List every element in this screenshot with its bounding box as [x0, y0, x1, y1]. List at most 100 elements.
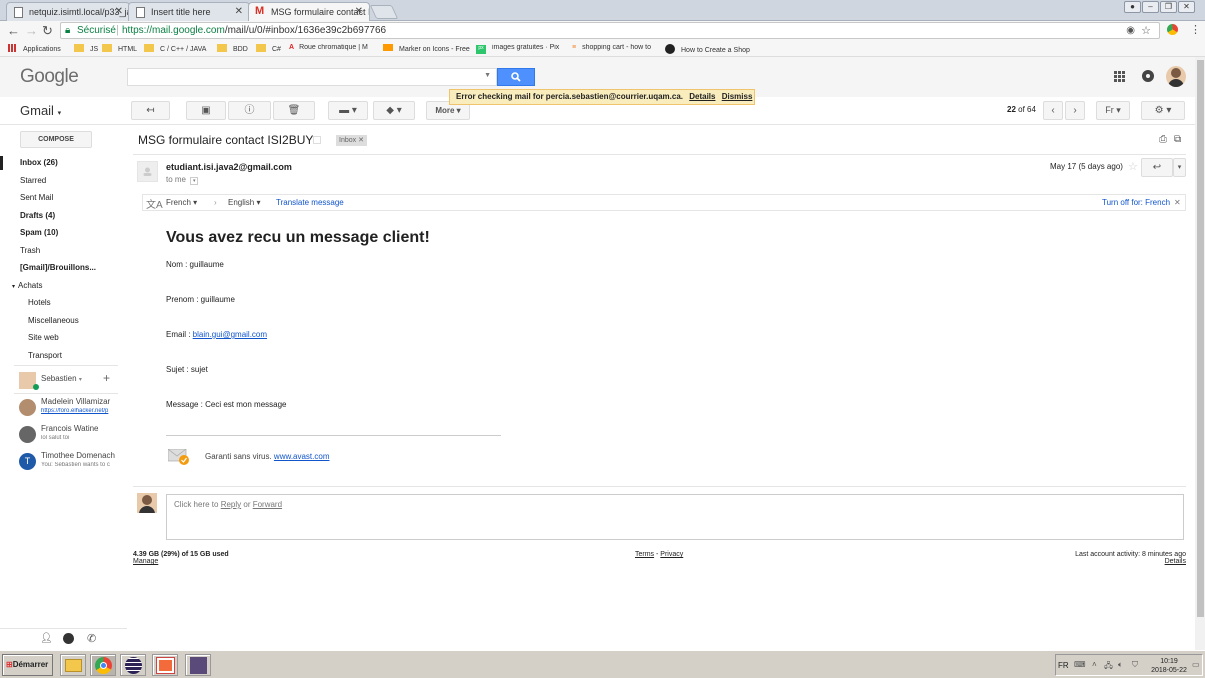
- star-icon[interactable]: ☆: [1128, 160, 1138, 173]
- details-dropdown-icon[interactable]: ▾: [190, 177, 199, 185]
- sidebar-item-spam[interactable]: Spam (10): [20, 228, 58, 237]
- contact-status[interactable]: https://foro.elhacker.net/p: [41, 408, 121, 414]
- add-chat-icon[interactable]: +: [103, 371, 110, 385]
- app-taskbar-button[interactable]: [152, 654, 178, 676]
- google-apps-icon[interactable]: [1114, 71, 1125, 82]
- archive-button[interactable]: ▣: [186, 101, 226, 120]
- chrome-extension-icon[interactable]: [1167, 24, 1178, 35]
- activity-details-link[interactable]: Details: [1010, 558, 1186, 565]
- back-arrow-icon[interactable]: ←: [7, 23, 20, 38]
- error-dismiss-link[interactable]: Dismiss: [722, 92, 753, 101]
- shield-icon[interactable]: ⛉: [1132, 660, 1138, 670]
- bookmark-js[interactable]: JS: [74, 44, 98, 53]
- chat-contact[interactable]: T Timothee Domenach You: Sebastien wants…: [18, 451, 122, 473]
- minimize-button[interactable]: –: [1142, 1, 1159, 13]
- forward-arrow-icon[interactable]: →: [25, 23, 38, 38]
- target-language-select[interactable]: English ▾: [228, 198, 261, 207]
- labels-button[interactable]: ◆ ▾: [373, 101, 415, 120]
- newer-button[interactable]: ‹: [1043, 101, 1063, 120]
- bookmark-marker-icons[interactable]: Marker on Icons - Free: [383, 44, 471, 53]
- sidebar-item-trash[interactable]: Trash: [20, 246, 40, 255]
- menu-dots-icon[interactable]: ⋮: [1190, 23, 1201, 36]
- sidebar-item-transport[interactable]: Transport: [28, 351, 62, 360]
- explorer-taskbar-button[interactable]: [60, 654, 86, 676]
- bookmark-applications[interactable]: Applications: [8, 44, 61, 53]
- close-window-button[interactable]: ✕: [1178, 1, 1195, 13]
- input-tools-button[interactable]: Fr ▾: [1096, 101, 1130, 120]
- close-icon[interactable]: ✕: [1174, 198, 1181, 207]
- game-taskbar-button[interactable]: [185, 654, 211, 676]
- clock[interactable]: 10:19 2018-05-22: [1148, 657, 1190, 675]
- sidebar-item-site-web[interactable]: Site web: [28, 333, 59, 342]
- chat-contact[interactable]: Madelein Villamizar https://foro.elhacke…: [18, 397, 122, 419]
- network-icon[interactable]: 🖧︎: [1104, 660, 1113, 674]
- delete-button[interactable]: 🗑︎: [273, 101, 315, 120]
- start-button[interactable]: ⊞Démarrer: [2, 654, 53, 676]
- gmail-menu[interactable]: Gmail ▾: [20, 103, 61, 118]
- search-input[interactable]: ▼: [127, 68, 497, 86]
- browser-tab-insert-title[interactable]: Insert title here ✕: [128, 2, 250, 21]
- bookmark-create-shop[interactable]: How to Create a Shop: [665, 44, 751, 54]
- reload-icon[interactable]: ↻: [42, 23, 53, 39]
- restore-button[interactable]: ❐: [1160, 1, 1177, 13]
- terms-link[interactable]: Terms: [635, 551, 654, 558]
- bookmark-html[interactable]: HTML: [102, 44, 137, 53]
- notifications-icon[interactable]: [1142, 70, 1154, 82]
- bookmark-shopping-cart[interactable]: ≡ shopping cart - how to: [572, 44, 658, 51]
- eye-icon[interactable]: ◉: [1126, 25, 1135, 36]
- reply-link[interactable]: Reply: [221, 500, 241, 509]
- person-icon[interactable]: 👤︎: [40, 633, 53, 644]
- chat-self[interactable]: Sebastien ▾ +: [18, 370, 122, 392]
- close-icon[interactable]: ✕: [115, 6, 123, 17]
- bookmark-c-java[interactable]: C / C++ / JAVA: [144, 44, 206, 53]
- star-icon[interactable]: ☆: [1141, 24, 1151, 37]
- bookmark-pixabay[interactable]: px images gratuites · Pix: [476, 44, 566, 54]
- report-spam-button[interactable]: ⓘ: [228, 101, 271, 120]
- browser-tab-gmail[interactable]: M MSG formulaire contact ISI: ✕: [248, 2, 370, 22]
- manage-storage-link[interactable]: Manage: [133, 558, 229, 565]
- turn-off-translation-link[interactable]: Turn off for: French: [1102, 198, 1170, 207]
- sidebar-item-brouillons[interactable]: [Gmail]/Brouillons...: [20, 263, 96, 272]
- search-button[interactable]: [497, 68, 535, 86]
- sidebar-item-miscellaneous[interactable]: Miscellaneous: [28, 316, 79, 325]
- sidebar-item-achats[interactable]: ▾ Achats: [12, 281, 42, 290]
- close-icon[interactable]: ✕: [355, 6, 363, 17]
- translate-message-link[interactable]: Translate message: [276, 198, 344, 207]
- close-icon[interactable]: ✕: [235, 6, 243, 17]
- account-avatar[interactable]: [1166, 66, 1186, 87]
- sidebar-item-starred[interactable]: Starred: [20, 176, 46, 185]
- reply-button[interactable]: ↩: [1141, 158, 1173, 177]
- label-icon[interactable]: [313, 136, 321, 144]
- older-button[interactable]: ›: [1065, 101, 1085, 120]
- language-indicator[interactable]: FR: [1058, 661, 1069, 670]
- sidebar-item-inbox[interactable]: Inbox (26): [20, 158, 58, 167]
- privacy-link[interactable]: Privacy: [660, 551, 683, 558]
- sidebar-item-sent[interactable]: Sent Mail: [20, 193, 53, 202]
- bookmark-roue-chromatique[interactable]: A Roue chromatique | M: [289, 44, 379, 51]
- google-logo[interactable]: Google: [20, 66, 79, 88]
- bookmark-bdd[interactable]: BDD: [217, 44, 248, 53]
- sidebar-item-hotels[interactable]: Hotels: [28, 298, 51, 307]
- url-input[interactable]: 🔒︎ Sécurisé | https://mail.google.com/ma…: [60, 22, 1160, 39]
- profile-icon[interactable]: ●: [1124, 1, 1141, 13]
- compose-button[interactable]: COMPOSE: [20, 131, 92, 148]
- eclipse-taskbar-button[interactable]: [120, 654, 146, 676]
- tray-expand-icon[interactable]: ˄: [1092, 660, 1097, 669]
- keyboard-icon[interactable]: ⌨: [1074, 660, 1086, 669]
- sidebar-item-drafts[interactable]: Drafts (4): [20, 211, 55, 220]
- phone-icon[interactable]: ✆: [87, 632, 96, 645]
- email-link[interactable]: blain.gui@gmail.com: [193, 330, 267, 339]
- settings-button[interactable]: ⚙ ▾: [1141, 101, 1185, 120]
- more-actions-button[interactable]: ▾: [1173, 158, 1186, 177]
- back-to-inbox-button[interactable]: ↤: [131, 101, 170, 120]
- inbox-label-chip[interactable]: Inbox ✕: [336, 135, 367, 146]
- new-tab-button[interactable]: [369, 5, 399, 19]
- forward-link[interactable]: Forward: [253, 500, 282, 509]
- move-to-button[interactable]: ▬ ▾: [328, 101, 368, 120]
- chat-contact[interactable]: Francois Watine lol salut toi: [18, 424, 122, 446]
- hangouts-icon[interactable]: [63, 633, 74, 644]
- source-language-select[interactable]: French ▾: [166, 198, 197, 207]
- sender-email[interactable]: etudiant.isi.java2@gmail.com: [166, 162, 292, 172]
- browser-tab-netquiz[interactable]: netquiz.isimtl.local/p33_jav ✕: [6, 2, 130, 21]
- scrollbar-thumb[interactable]: [1197, 60, 1204, 617]
